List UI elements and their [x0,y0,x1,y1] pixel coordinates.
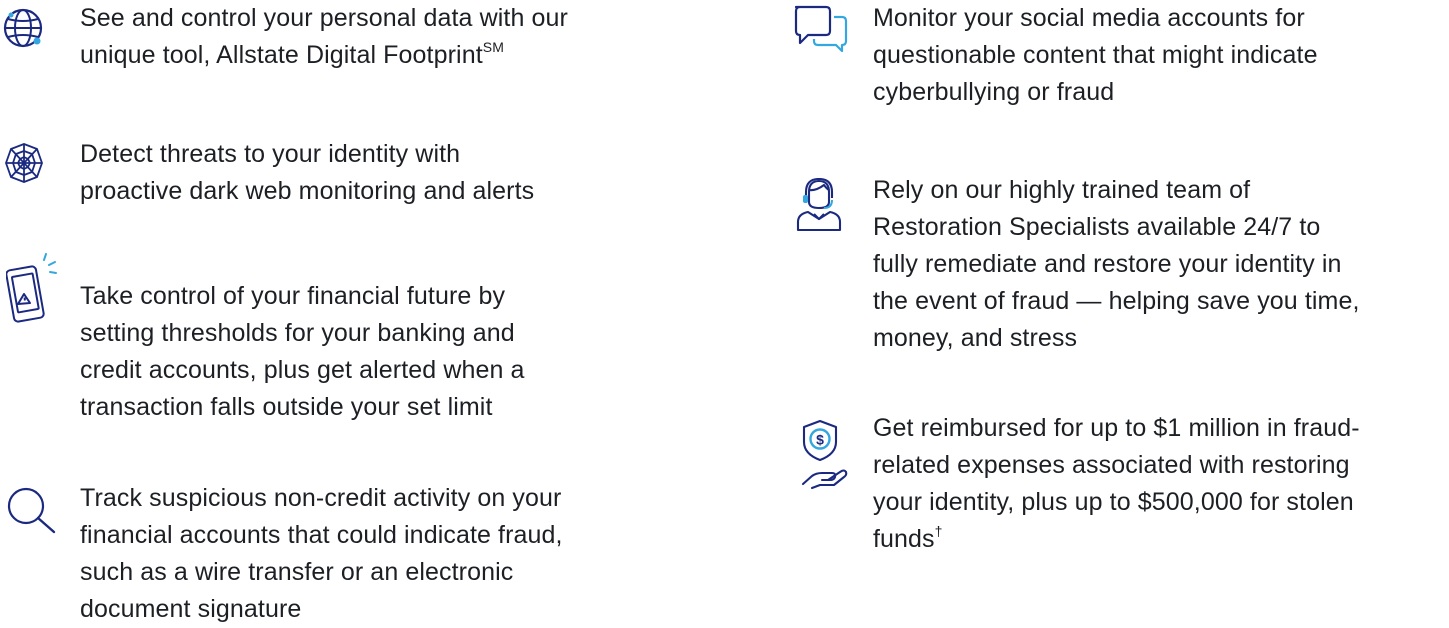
feature-line: fully remediate and restore your identit… [873,246,1360,283]
feature-line: the event of fraud — helping save you ti… [873,283,1360,320]
feature-text: Monitor your social media accounts for q… [873,0,1318,111]
feature-line: Track suspicious non-credit activity on … [80,480,563,517]
feature-line: Monitor your social media accounts for [873,0,1318,37]
feature-line: unique tool, Allstate Digital FootprintS… [80,37,568,74]
feature-line: money, and stress [873,320,1360,357]
feature-line: See and control your personal data with … [80,0,568,37]
feature-line: Get reimbursed for up to $1 million in f… [873,410,1360,447]
feature-text: See and control your personal data with … [80,0,568,74]
feature-line: Take control of your financial future by [80,278,525,315]
feature-line: document signature [80,591,563,628]
magnifier-icon [2,486,62,536]
feature-line: such as a wire transfer or an electronic [80,554,563,591]
feature-line: Detect threats to your identity with [80,136,534,173]
svg-text:$: $ [816,432,824,448]
feature-line: Restoration Specialists available 24/7 t… [873,209,1360,246]
spider-web-icon [2,141,46,185]
globe-icon [2,6,46,50]
shield-dollar-hand-icon: $ [800,418,850,490]
feature-text: Take control of your financial future by… [80,278,525,426]
feature-line: funds† [873,521,1360,558]
chat-bubbles-icon [792,3,852,53]
feature-text: Rely on our highly trained team of Resto… [873,172,1360,357]
feature-line: financial accounts that could indicate f… [80,517,563,554]
feature-line: transaction falls outside your set limit [80,389,525,426]
feature-line: related expenses associated with restori… [873,447,1360,484]
feature-line: your identity, plus up to $500,000 for s… [873,484,1360,521]
feature-text: Track suspicious non-credit activity on … [80,480,563,628]
feature-line: setting thresholds for your banking and [80,315,525,352]
feature-line: Rely on our highly trained team of [873,172,1360,209]
feature-text: Get reimbursed for up to $1 million in f… [873,410,1360,558]
dagger-footnote-mark: † [935,523,943,539]
feature-text: Detect threats to your identity with pro… [80,136,534,210]
phone-alert-icon [6,250,62,324]
feature-line: credit accounts, plus get alerted when a [80,352,525,389]
feature-line: cyberbullying or fraud [873,74,1318,111]
feature-line: questionable content that might indicate [873,37,1318,74]
feature-line: proactive dark web monitoring and alerts [80,173,534,210]
support-agent-icon [794,178,844,232]
service-mark: SM [483,39,504,55]
